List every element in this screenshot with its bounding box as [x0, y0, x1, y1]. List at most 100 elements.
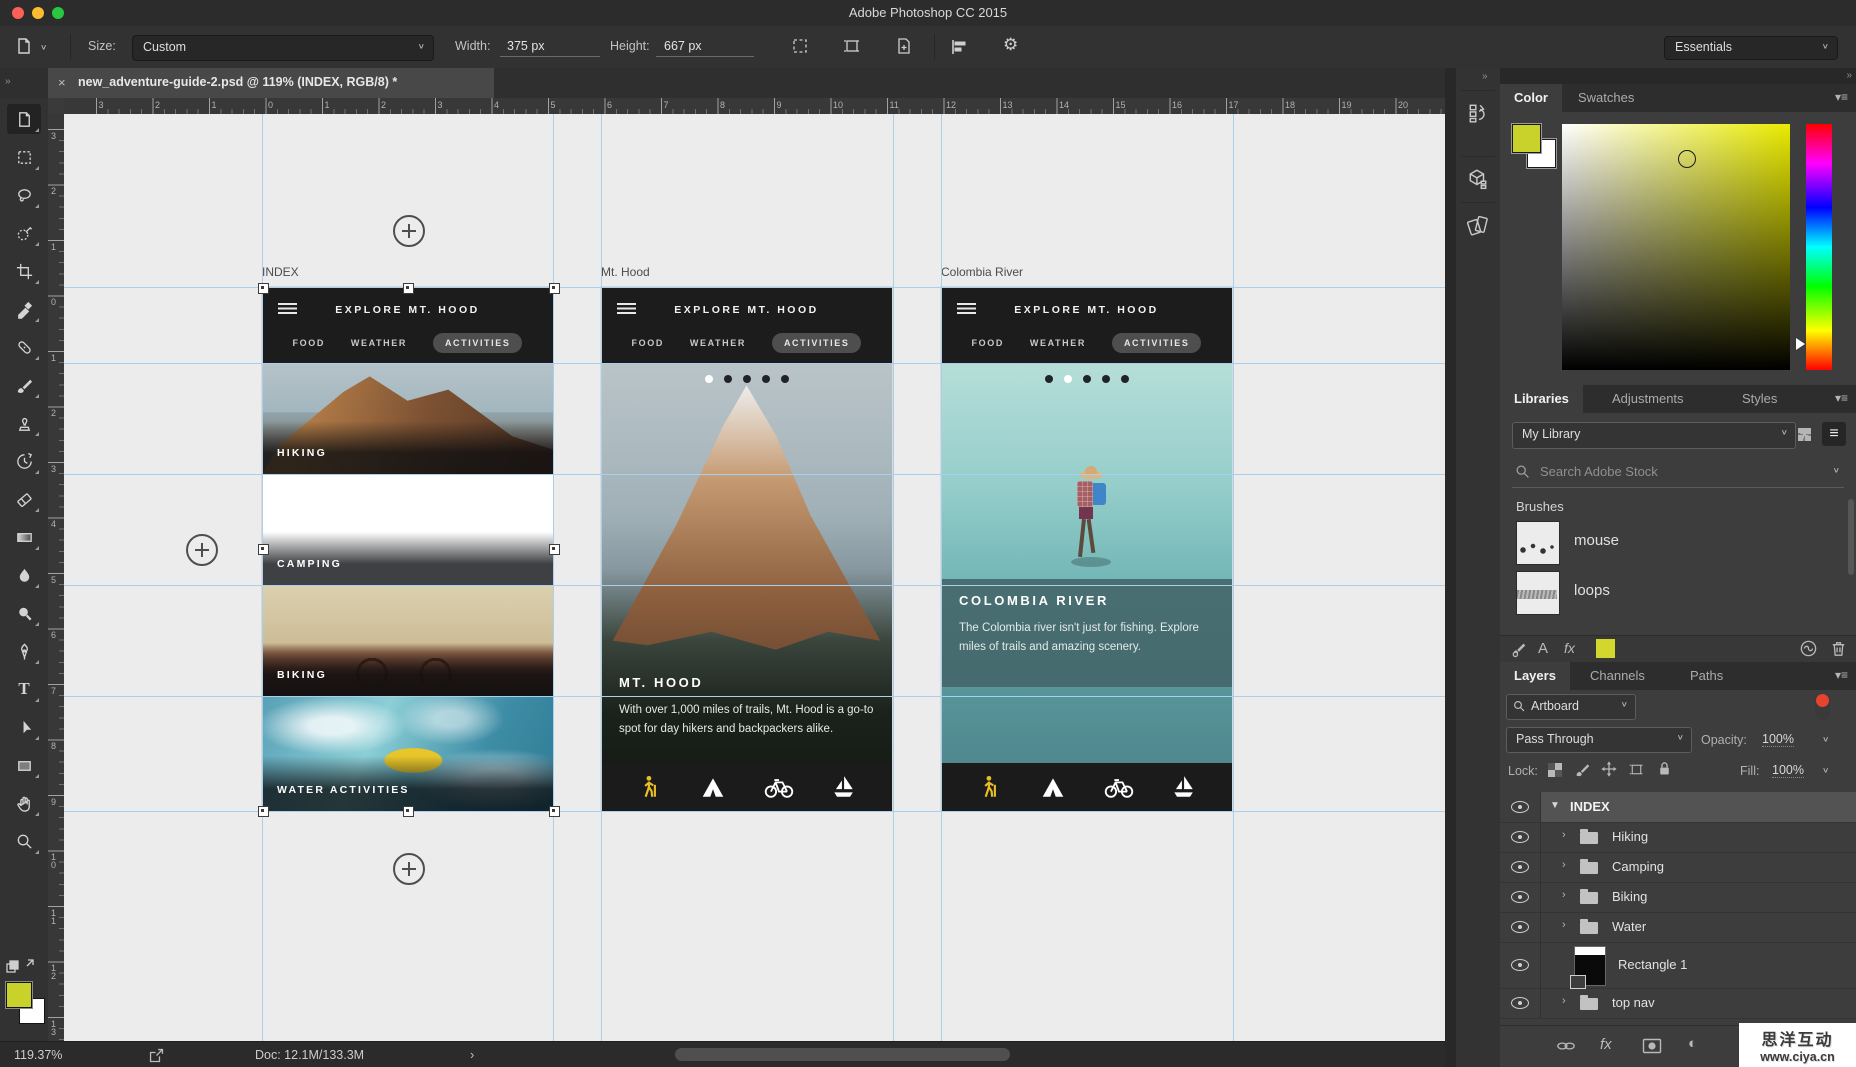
- library-select[interactable]: My Library ∨: [1512, 422, 1796, 449]
- zoom-level-field[interactable]: 119.37%: [14, 1048, 62, 1062]
- selection-handle[interactable]: [549, 283, 560, 294]
- creative-cloud-icon[interactable]: [1799, 639, 1818, 658]
- status-more-icon[interactable]: ›: [470, 1047, 474, 1062]
- scrollbar-thumb[interactable]: [1848, 499, 1854, 575]
- layer-filter-select[interactable]: Artboard ∨: [1506, 694, 1636, 720]
- chevron-collapsed-icon[interactable]: ›: [1562, 995, 1566, 1007]
- align-icon[interactable]: [950, 38, 968, 56]
- tab-libraries[interactable]: Libraries: [1500, 385, 1583, 413]
- hand-tool[interactable]: [7, 788, 41, 818]
- guide-vertical[interactable]: [553, 114, 554, 1041]
- hue-strip[interactable]: [1806, 124, 1832, 370]
- tab-paths[interactable]: Paths: [1676, 662, 1737, 690]
- guide-vertical[interactable]: [1233, 114, 1234, 1041]
- visibility-toggle[interactable]: [1500, 988, 1541, 1018]
- grid-view-button[interactable]: [1792, 422, 1816, 446]
- horizontal-ruler[interactable]: 32101234567891011121314151617181920: [64, 98, 1445, 115]
- collapse-dock-icon[interactable]: »: [1846, 70, 1850, 81]
- selection-handle[interactable]: [549, 806, 560, 817]
- lock-pixels-icon[interactable]: [1574, 761, 1591, 778]
- add-brush-icon[interactable]: [1510, 640, 1528, 658]
- layer-row-rectangle1[interactable]: Rectangle 1: [1500, 942, 1856, 989]
- layer-row-water[interactable]: › Water: [1500, 912, 1856, 943]
- horizontal-scrollbar[interactable]: [675, 1048, 1010, 1061]
- visibility-toggle[interactable]: [1500, 942, 1541, 988]
- tab-adjustments[interactable]: Adjustments: [1598, 385, 1698, 413]
- saturation-brightness-field[interactable]: [1562, 124, 1790, 370]
- pen-tool[interactable]: [7, 636, 41, 666]
- layer-style-icon[interactable]: fx: [1600, 1036, 1612, 1053]
- gradient-tool[interactable]: [7, 522, 41, 552]
- artboard-tool[interactable]: [7, 104, 41, 134]
- healing-brush-tool[interactable]: [7, 332, 41, 362]
- add-artboard-left-button[interactable]: [186, 534, 218, 566]
- layer-mask-icon[interactable]: [1642, 1037, 1662, 1055]
- guide-vertical[interactable]: [941, 114, 942, 1041]
- add-color-swatch[interactable]: [1596, 639, 1615, 658]
- opacity-value[interactable]: 100%: [1762, 732, 1794, 747]
- panel-menu-icon[interactable]: ▾≡: [1835, 668, 1848, 682]
- foreground-color-swatch[interactable]: [1512, 124, 1541, 153]
- guide-vertical[interactable]: [601, 114, 602, 1041]
- eraser-tool[interactable]: [7, 484, 41, 514]
- link-layers-icon[interactable]: [1556, 1038, 1576, 1054]
- add-artboard-icon[interactable]: [894, 36, 914, 56]
- guide-horizontal[interactable]: [64, 585, 1445, 586]
- vertical-ruler[interactable]: 321012345678910111213: [48, 114, 65, 1041]
- search-row[interactable]: Search Adobe Stock ∨: [1512, 457, 1844, 488]
- artboard-crop-icon[interactable]: [842, 36, 862, 56]
- foreground-color-swatch[interactable]: [6, 982, 32, 1008]
- artboard-label-colombia[interactable]: Colombia River: [941, 265, 1023, 279]
- add-layer-style-icon[interactable]: fx: [1564, 640, 1575, 656]
- tool-preset-chevron-icon[interactable]: ∨: [40, 43, 47, 51]
- color-picker-ring[interactable]: [1678, 150, 1696, 168]
- dodge-tool[interactable]: [7, 598, 41, 628]
- tab-channels[interactable]: Channels: [1576, 662, 1659, 690]
- guide-horizontal[interactable]: [64, 363, 1445, 364]
- chevron-collapsed-icon[interactable]: ›: [1562, 859, 1566, 871]
- search-input[interactable]: Search Adobe Stock: [1540, 464, 1658, 479]
- add-artboard-top-button[interactable]: [393, 215, 425, 247]
- artboard-colombia[interactable]: EXPLORE MT. HOOD FOOD WEATHER ACTIVITIES…: [941, 287, 1232, 811]
- artboard-mthood[interactable]: EXPLORE MT. HOOD FOOD WEATHER ACTIVITIES…: [601, 287, 892, 811]
- quick-selection-tool[interactable]: [7, 218, 41, 248]
- clone-stamp-tool[interactable]: [7, 408, 41, 438]
- gear-icon[interactable]: ⚙: [1003, 35, 1018, 55]
- tab-styles[interactable]: Styles: [1728, 385, 1791, 413]
- tab-color[interactable]: Color: [1500, 84, 1562, 112]
- history-brush-tool[interactable]: [7, 446, 41, 476]
- chevron-collapsed-icon[interactable]: ›: [1562, 919, 1566, 931]
- expand-dock-icon[interactable]: »: [1482, 71, 1486, 82]
- document-tab[interactable]: × new_adventure-guide-2.psd @ 119% (INDE…: [48, 68, 494, 98]
- guide-vertical[interactable]: [893, 114, 894, 1041]
- artboard-tool-preset-icon[interactable]: [14, 36, 34, 56]
- panel-menu-icon[interactable]: ▾≡: [1835, 391, 1848, 405]
- lock-transparency-icon[interactable]: [1548, 763, 1562, 777]
- artboard-label-mthood[interactable]: Mt. Hood: [601, 265, 650, 279]
- chevron-down-icon[interactable]: ∨: [1822, 766, 1829, 774]
- foreground-background-swatches[interactable]: [6, 982, 46, 1028]
- selection-handle[interactable]: [258, 283, 269, 294]
- dock-icon-device-preview[interactable]: [1461, 202, 1495, 247]
- color-panel-swatches[interactable]: [1512, 124, 1558, 170]
- layer-row-hiking[interactable]: › Hiking: [1500, 822, 1856, 853]
- height-field[interactable]: 667 px: [664, 39, 702, 53]
- zoom-tool[interactable]: [7, 826, 41, 856]
- canvas[interactable]: INDEX Mt. Hood Colombia River EXPLORE MT…: [64, 114, 1445, 1041]
- artboard-index[interactable]: EXPLORE MT. HOOD FOOD WEATHER ACTIVITIES…: [262, 287, 553, 811]
- crop-tool[interactable]: [7, 256, 41, 286]
- lock-artboard-icon[interactable]: [1628, 761, 1645, 778]
- layer-row-topnav[interactable]: › top nav: [1500, 988, 1856, 1019]
- chevron-down-icon[interactable]: ∨: [1822, 735, 1829, 743]
- brush-tool[interactable]: [7, 370, 41, 400]
- artboard-label-index[interactable]: INDEX: [262, 265, 299, 279]
- swap-colors-icon[interactable]: [4, 956, 38, 976]
- chevron-collapsed-icon[interactable]: ›: [1562, 829, 1566, 841]
- close-tab-icon[interactable]: ×: [58, 75, 66, 90]
- visibility-toggle[interactable]: [1500, 792, 1541, 822]
- chevron-expanded-icon[interactable]: ▼: [1550, 800, 1560, 811]
- list-view-button[interactable]: ≡: [1822, 422, 1846, 446]
- share-icon[interactable]: [148, 1047, 165, 1064]
- type-tool[interactable]: T: [7, 674, 41, 704]
- add-artboard-bottom-button[interactable]: [393, 853, 425, 885]
